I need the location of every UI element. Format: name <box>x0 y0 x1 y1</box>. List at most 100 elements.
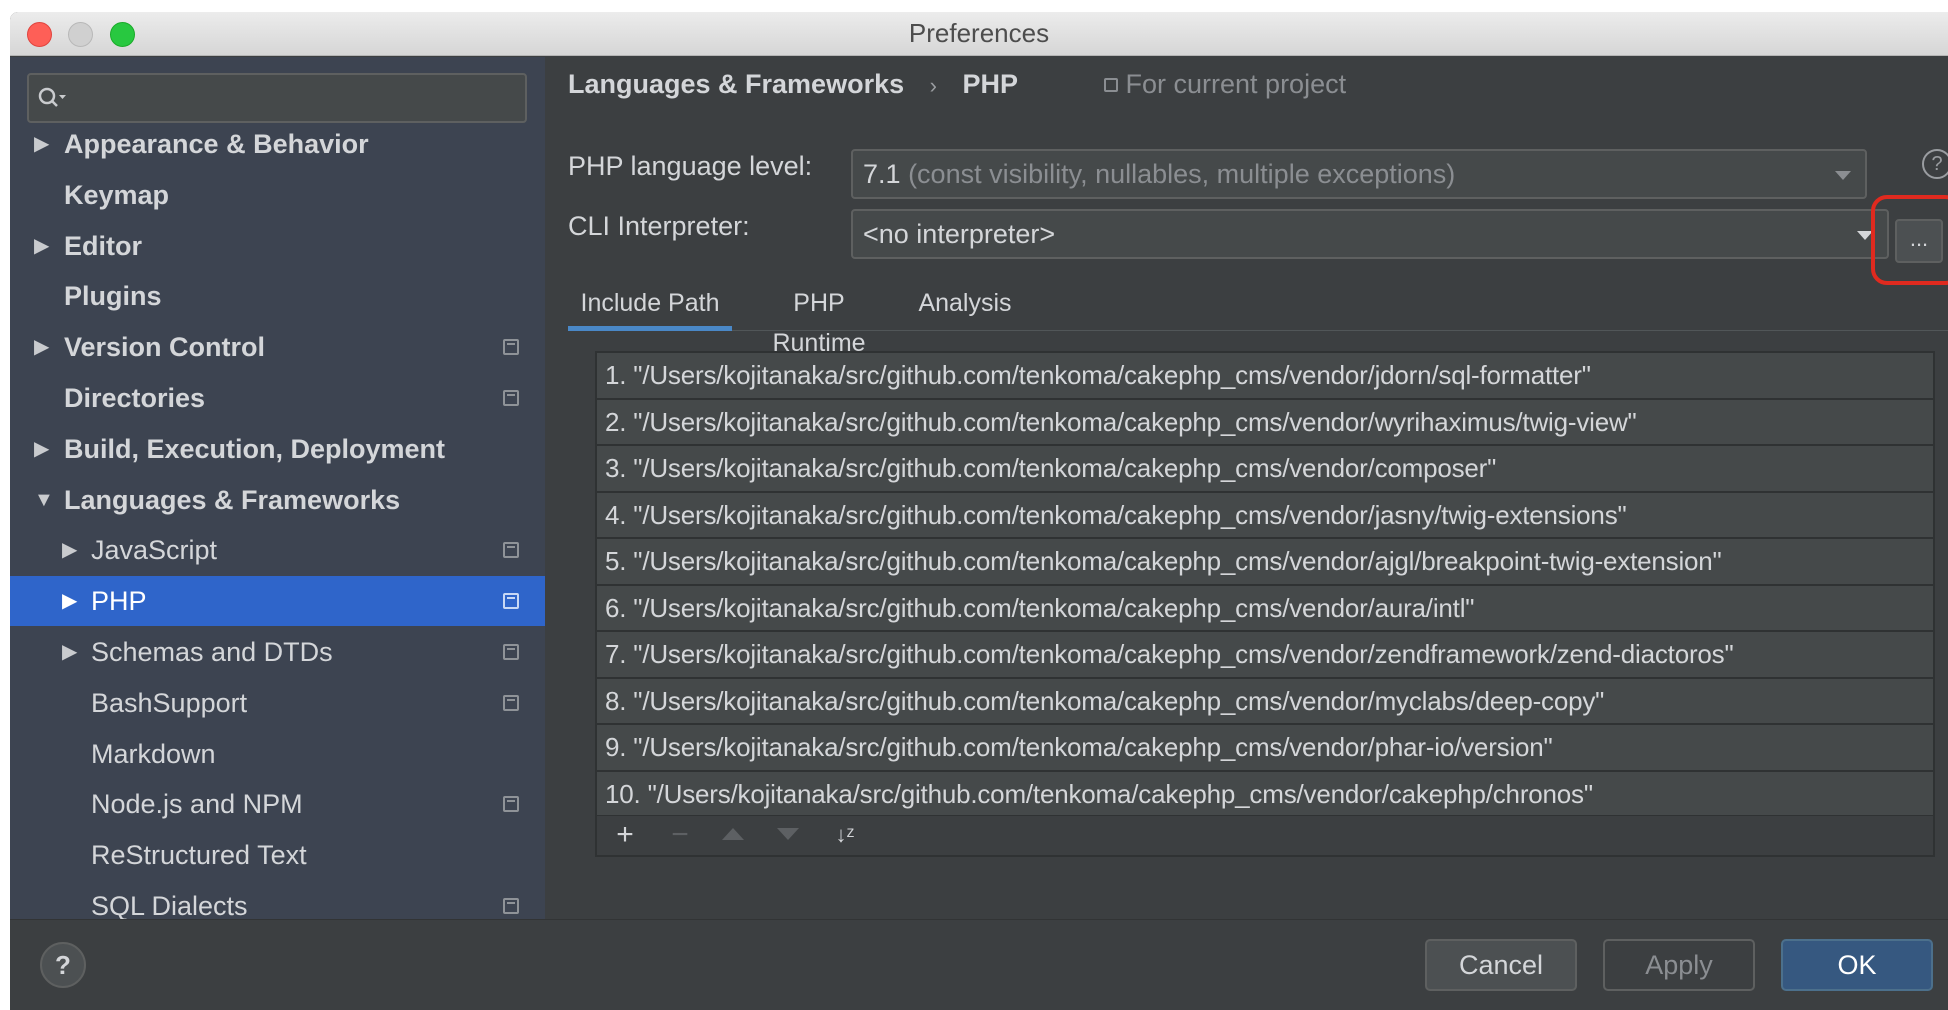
include-path-toolbar: + − ↓ᶻ <box>597 815 1933 855</box>
cli-interpreter-label: CLI Interpreter: <box>568 211 750 241</box>
project-level-icon <box>503 898 519 914</box>
sidebar-item-label: JavaScript <box>91 535 218 566</box>
sidebar-item-directories[interactable]: Directories <box>10 373 545 423</box>
sidebar-item-label: Keymap <box>64 179 170 210</box>
sort-alphabetically-icon[interactable]: ↓ᶻ <box>827 818 863 854</box>
sidebar-item-label: Appearance & Behavior <box>64 129 369 159</box>
project-level-icon <box>503 694 519 711</box>
settings-search-input[interactable] <box>74 81 514 115</box>
help-icon[interactable]: ? <box>1922 149 1948 179</box>
sidebar-item-label: BashSupport <box>91 687 248 718</box>
search-icon <box>38 87 66 107</box>
sidebar-item-version-control[interactable]: ▶ Version Control <box>10 322 545 372</box>
preferences-window: Preferences ▶ Appearance & Behavior Keymap… <box>10 12 1948 1010</box>
add-icon[interactable]: + <box>607 818 643 854</box>
project-scope-note: For current project <box>1103 69 1347 99</box>
sidebar-item-label: SQL Dialects <box>91 891 248 919</box>
sidebar-item-javascript[interactable]: ▶ JavaScript <box>10 525 545 575</box>
project-level-icon <box>503 593 519 610</box>
project-level-icon <box>503 390 519 406</box>
tab-analysis[interactable]: Analysis <box>912 283 1018 331</box>
apply-button[interactable]: Apply <box>1603 939 1755 991</box>
settings-search[interactable] <box>27 73 527 123</box>
help-button[interactable]: ? <box>40 942 86 988</box>
sidebar-item-label: Node.js and NPM <box>91 789 303 820</box>
ok-button[interactable]: OK <box>1781 939 1933 991</box>
sidebar-item-plugins[interactable]: Plugins <box>10 271 545 321</box>
sidebar-item-keymap[interactable]: Keymap <box>10 170 545 220</box>
breadcrumb-parent[interactable]: Languages & Frameworks <box>568 69 904 99</box>
include-path-row[interactable]: 3. "/Users/kojitanaka/src/github.com/ten… <box>597 446 1933 493</box>
sidebar-item-label: PHP <box>91 586 147 617</box>
sidebar-item-label: ReStructured Text <box>91 840 307 871</box>
chevron-down-icon <box>1835 171 1851 180</box>
project-scope-label: For current project <box>1125 69 1347 99</box>
sidebar-item-label: Version Control <box>64 332 266 363</box>
sidebar-item-php[interactable]: ▶ PHP <box>10 576 545 627</box>
sidebar-item-editor[interactable]: ▶ Editor <box>10 221 545 271</box>
sidebar-item-languages-frameworks[interactable]: ▼ Languages & Frameworks <box>10 475 545 525</box>
include-path-list: 1. "/Users/kojitanaka/src/github.com/ten… <box>595 351 1935 857</box>
php-language-level-description: (const visibility, nullables, multiple e… <box>908 159 1456 189</box>
include-path-row[interactable]: 4. "/Users/kojitanaka/src/github.com/ten… <box>597 493 1933 539</box>
breadcrumb-current: PHP <box>962 69 1018 99</box>
cli-interpreter-more-button[interactable]: ... <box>1895 219 1943 263</box>
title-bar: Preferences <box>10 12 1948 56</box>
tab-include-path[interactable]: Include Path <box>568 283 732 331</box>
sidebar-item-restructured-text[interactable]: ReStructured Text <box>10 830 545 880</box>
sidebar-item-build-execution-deployment[interactable]: ▶ Build, Execution, Deployment <box>10 424 545 474</box>
sidebar-item-label: Plugins <box>64 281 162 312</box>
project-level-icon <box>503 339 519 356</box>
php-language-level-label: PHP language level: <box>568 151 813 181</box>
dialog-footer: ? Cancel Apply OK <box>10 919 1948 1010</box>
sidebar-item-label: Languages & Frameworks <box>64 484 401 515</box>
tab-php-runtime[interactable]: PHP Runtime <box>746 283 892 357</box>
collapsed-arrow-icon[interactable]: ▶ <box>34 119 49 169</box>
sidebar-item-label: Build, Execution, Deployment <box>64 433 446 464</box>
expanded-arrow-icon[interactable]: ▼ <box>34 475 54 525</box>
cancel-button[interactable]: Cancel <box>1425 939 1577 991</box>
sidebar-item-sql-dialects[interactable]: SQL Dialects <box>10 881 545 919</box>
include-path-row[interactable]: 9. "/Users/kojitanaka/src/github.com/ten… <box>597 725 1933 772</box>
include-path-row[interactable]: 5. "/Users/kojitanaka/src/github.com/ten… <box>597 539 1933 586</box>
sidebar-item-label: Editor <box>64 230 142 261</box>
project-level-icon <box>503 796 519 813</box>
remove-icon[interactable]: − <box>662 818 698 854</box>
php-language-level-select[interactable]: 7.1 (const visibility, nullables, multip… <box>851 149 1867 199</box>
collapsed-arrow-icon[interactable]: ▶ <box>34 322 49 372</box>
include-path-row[interactable]: 7. "/Users/kojitanaka/src/github.com/ten… <box>597 632 1933 679</box>
sidebar-item-schemas-and-dtds[interactable]: ▶ Schemas and DTDs <box>10 627 545 677</box>
collapsed-arrow-icon[interactable]: ▶ <box>62 576 77 626</box>
include-path-row[interactable]: 6. "/Users/kojitanaka/src/github.com/ten… <box>597 586 1933 632</box>
settings-sidebar: ▶ Appearance & Behavior Keymap ▶ Editor Plugi… <box>10 57 545 919</box>
window-title: Preferences <box>908 18 1050 48</box>
sidebar-item-appearance-behavior[interactable]: ▶ Appearance & Behavior <box>10 119 545 169</box>
cli-interpreter-value: <no interpreter> <box>863 219 1056 249</box>
project-level-icon <box>503 542 519 559</box>
sidebar-item-label: Markdown <box>91 738 216 769</box>
collapsed-arrow-icon[interactable]: ▶ <box>62 525 77 575</box>
sidebar-item-node-js-and-npm[interactable]: Node.js and NPM <box>10 779 545 829</box>
chevron-down-icon <box>1857 231 1873 240</box>
collapsed-arrow-icon[interactable]: ▶ <box>62 627 77 677</box>
include-path-row[interactable]: 8. "/Users/kojitanaka/src/github.com/ten… <box>597 679 1933 725</box>
breadcrumb: Languages & Frameworks › PHP For current… <box>568 69 1346 100</box>
sidebar-item-label: Schemas and DTDs <box>91 637 333 667</box>
sidebar-item-markdown[interactable]: Markdown <box>10 729 545 779</box>
project-scope-icon <box>1103 78 1118 92</box>
move-down-icon[interactable] <box>777 828 799 840</box>
sidebar-item-bashsupport[interactable]: BashSupport <box>10 678 545 728</box>
php-language-level-value: 7.1 <box>863 159 901 189</box>
include-path-row[interactable]: 2. "/Users/kojitanaka/src/github.com/ten… <box>597 400 1933 446</box>
sidebar-item-label: Directories <box>64 383 206 413</box>
collapsed-arrow-icon[interactable]: ▶ <box>34 424 49 474</box>
breadcrumb-separator-icon: › <box>929 73 937 98</box>
include-path-rows[interactable]: 1. "/Users/kojitanaka/src/github.com/ten… <box>597 353 1933 819</box>
cli-interpreter-select[interactable]: <no interpreter> <box>851 209 1889 259</box>
move-up-icon[interactable] <box>722 828 744 840</box>
include-path-row[interactable]: 1. "/Users/kojitanaka/src/github.com/ten… <box>597 353 1933 400</box>
php-settings-panel: Languages & Frameworks › PHP For current… <box>545 57 1948 919</box>
php-settings-tabs: Include Path PHP Runtime Analysis <box>568 283 1948 357</box>
collapsed-arrow-icon[interactable]: ▶ <box>34 221 49 271</box>
include-path-row[interactable]: 10. "/Users/kojitanaka/src/github.com/te… <box>597 772 1933 818</box>
